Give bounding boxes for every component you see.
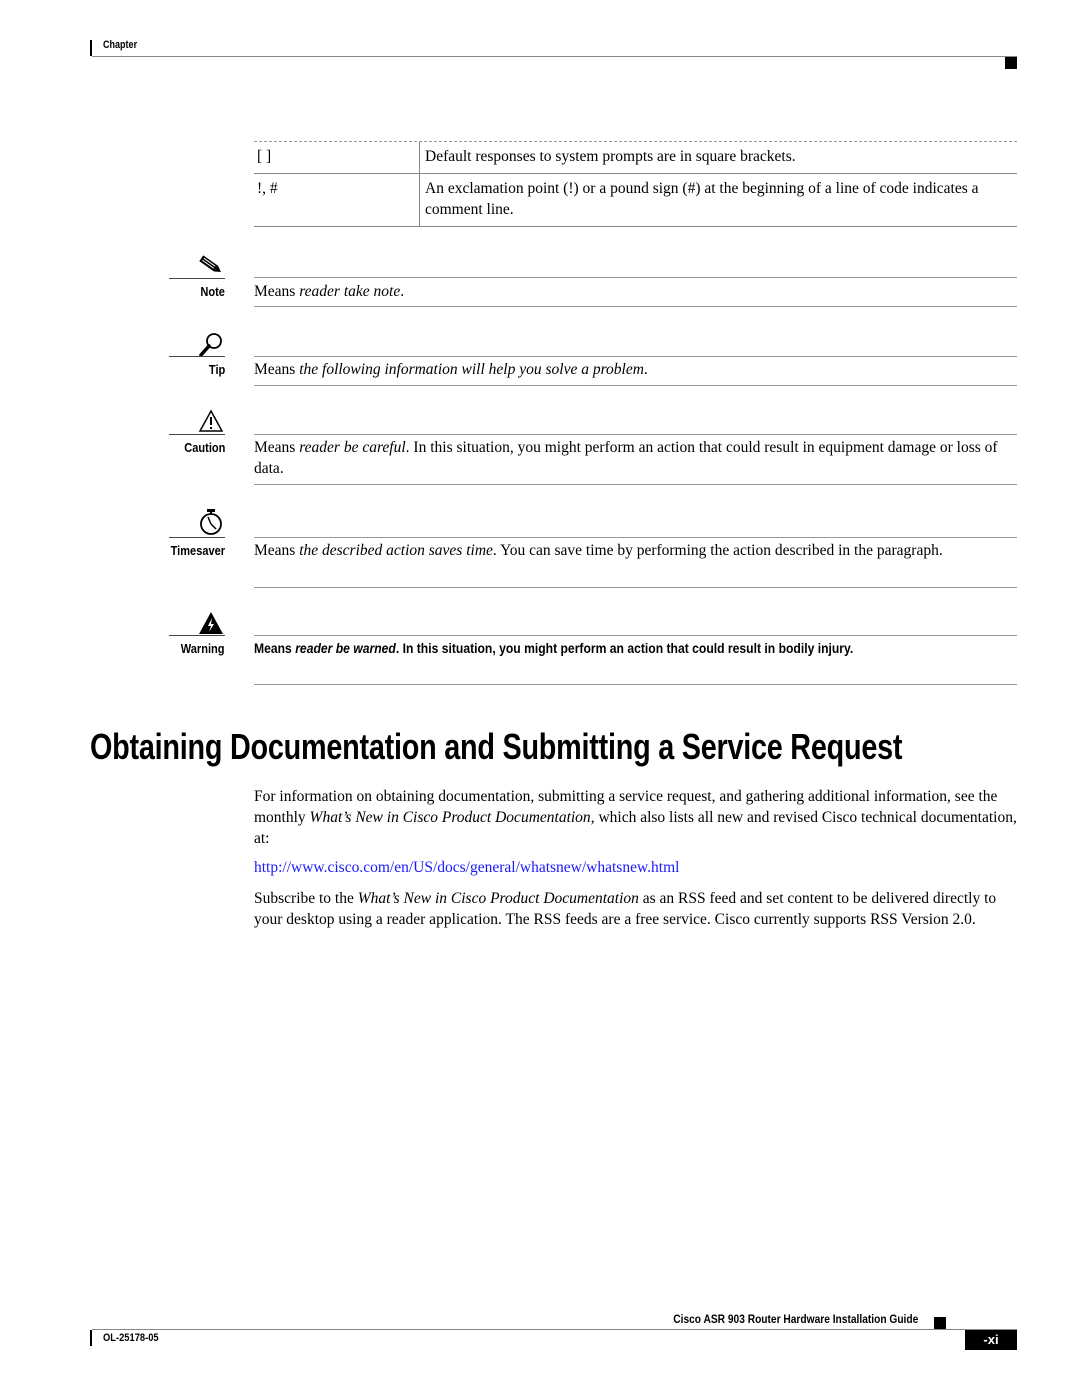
symbol-cell: !, #	[254, 173, 420, 227]
warning-prefix: Means	[254, 641, 296, 656]
tip-prefix: Means	[254, 361, 300, 378]
header-rule	[92, 56, 1017, 57]
footer-page-number: -xi	[965, 1330, 1017, 1350]
pencil-icon	[168, 248, 224, 278]
intro-emphasis: What’s New in Cisco Product Documentatio…	[309, 809, 591, 826]
timesaver-top-rule	[254, 537, 1017, 538]
note-icon-rule	[169, 278, 225, 279]
timesaver-suffix: . You can save time by performing the ac…	[492, 542, 943, 559]
conventions-table: [ ] Default responses to system prompts …	[254, 142, 1017, 227]
timesaver-label: Timesaver	[170, 543, 225, 558]
timesaver-icon-rule	[169, 537, 225, 538]
magnifier-icon	[168, 328, 224, 358]
warning-lightning-icon	[168, 606, 224, 636]
caution-emphasis: reader be careful	[299, 439, 406, 456]
timesaver-text: Means the described action saves time. Y…	[254, 540, 1014, 561]
warning-suffix: . In this situation, you might perform a…	[395, 641, 854, 656]
caution-bottom-rule	[254, 484, 1017, 485]
whatsnew-link[interactable]: http://www.cisco.com/en/US/docs/general/…	[254, 859, 679, 876]
rss-emphasis: What’s New in Cisco Product Documentatio…	[357, 890, 639, 907]
note-label: Note	[200, 284, 225, 299]
note-suffix: .	[400, 283, 405, 300]
caution-icon-rule	[169, 434, 225, 435]
stopwatch-icon	[168, 506, 224, 536]
note-text: Means reader take note.	[254, 281, 1014, 302]
rss-text-a: Subscribe to the	[254, 890, 358, 907]
tip-bottom-rule	[254, 385, 1017, 386]
footer-margin-bar	[90, 1330, 92, 1346]
section-heading: Obtaining Documentation and Submitting a…	[90, 726, 903, 767]
intro-paragraph: For information on obtaining documentati…	[254, 786, 1019, 849]
tip-text: Means the following information will hel…	[254, 359, 1014, 380]
symbol-cell: [ ]	[254, 142, 420, 174]
caution-text: Means reader be careful. In this situati…	[254, 437, 1014, 479]
warning-emphasis: reader be warned	[295, 641, 396, 656]
tip-label: Tip	[208, 362, 225, 377]
description-cell: Default responses to system prompts are …	[425, 148, 796, 165]
footer-rule	[92, 1329, 1017, 1330]
header-margin-bar	[90, 40, 92, 56]
warning-bottom-rule	[254, 684, 1017, 685]
tip-suffix: .	[643, 361, 648, 378]
caution-label: Caution	[183, 440, 225, 455]
timesaver-prefix: Means	[254, 542, 300, 559]
warning-top-rule	[254, 635, 1017, 636]
note-bottom-rule	[254, 306, 1017, 307]
note-prefix: Means	[254, 283, 300, 300]
table-row: !, # An exclamation point (!) or a pound…	[254, 173, 1017, 227]
tip-top-rule	[254, 356, 1017, 357]
tip-icon-rule	[169, 356, 225, 357]
header-corner-block	[1005, 57, 1017, 69]
rss-paragraph: Subscribe to the What’s New in Cisco Pro…	[254, 888, 1019, 930]
link-paragraph: http://www.cisco.com/en/US/docs/general/…	[254, 857, 1019, 878]
caution-top-rule	[254, 434, 1017, 435]
timesaver-emphasis: the described action saves time	[299, 542, 493, 559]
footer-guide-title: Cisco ASR 903 Router Hardware Installati…	[672, 1312, 918, 1326]
footer-corner-block	[934, 1317, 946, 1329]
timesaver-bottom-rule	[254, 587, 1017, 588]
warning-icon-rule	[169, 635, 225, 636]
warning-text: Means reader be warned. In this situatio…	[254, 638, 1010, 659]
note-top-rule	[254, 277, 1017, 278]
warning-label: Warning	[181, 641, 225, 656]
description-cell: An exclamation point (!) or a pound sign…	[425, 180, 979, 218]
table-row: [ ] Default responses to system prompts …	[254, 142, 1017, 174]
chapter-label: Chapter	[103, 39, 138, 51]
note-emphasis: reader take note	[299, 283, 401, 300]
footer-doc-number: OL-25178-05	[103, 1332, 159, 1344]
tip-emphasis: the following information will help you …	[299, 361, 644, 378]
caution-prefix: Means	[254, 439, 300, 456]
caution-triangle-icon	[168, 404, 224, 434]
